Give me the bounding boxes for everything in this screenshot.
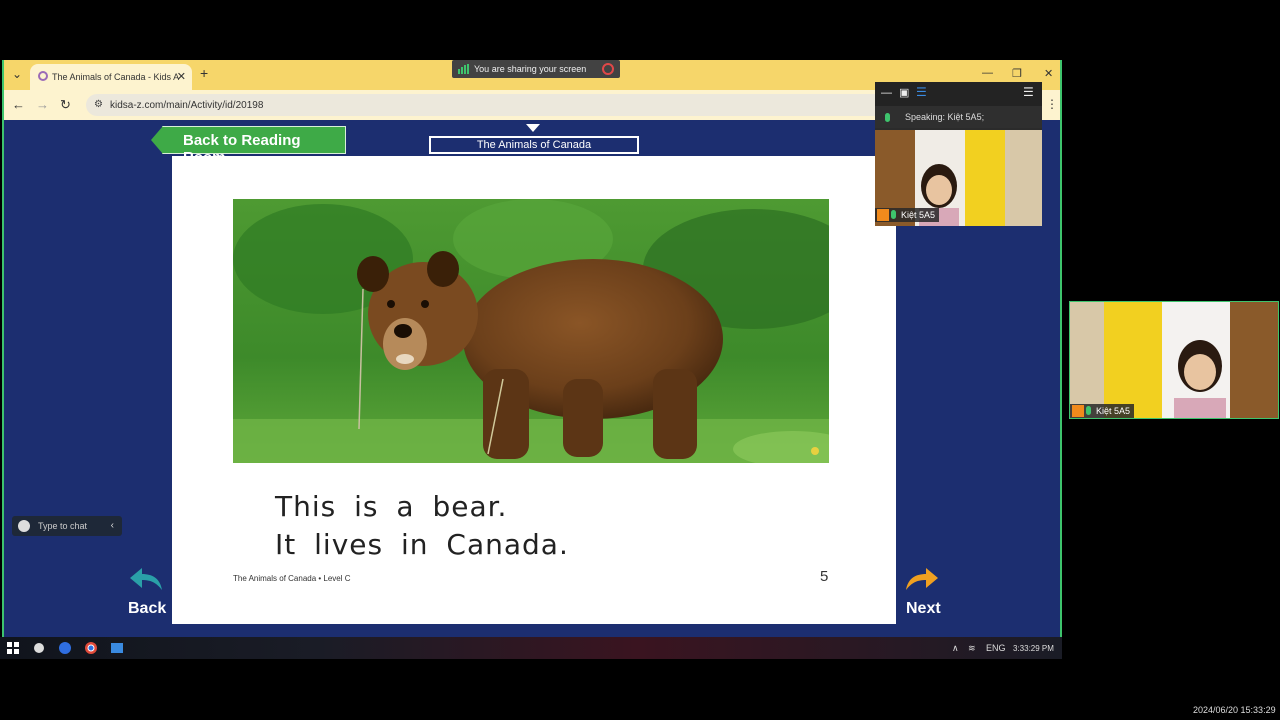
back-page-button[interactable]: Back: [124, 566, 168, 620]
participant-name-tag-large: Kiệt 5A5: [1070, 404, 1135, 418]
emoji-icon[interactable]: [18, 520, 30, 532]
close-tab-icon[interactable]: ✕: [177, 70, 186, 83]
participant-name-large: Kiệt 5A5: [1096, 406, 1131, 416]
participant-name-small: Kiệt 5A5: [901, 210, 936, 220]
next-arrow-icon: [906, 568, 938, 590]
window-panel-icon[interactable]: ▣: [899, 86, 909, 99]
title-dropdown-icon[interactable]: [526, 124, 540, 132]
participant-video-large[interactable]: Kiệt 5A5: [1069, 301, 1279, 419]
language-indicator[interactable]: ENG: [986, 643, 1006, 653]
next-label: Next: [906, 600, 941, 617]
meeting-video-panel: — ▣ ☰ ☰ Speaking: Kiệt 5A5; Kiệt 5A5: [875, 82, 1042, 226]
recording-timestamp: 2024/06/20 15:33:29: [1193, 705, 1276, 715]
chat-placeholder: Type to chat: [38, 521, 88, 531]
page-text-line-1: This is a bear.: [275, 490, 508, 523]
speaking-name: Kiệt 5A5;: [947, 112, 985, 122]
panel-menu-icon[interactable]: ☰: [1023, 85, 1034, 99]
host-icon: [1072, 405, 1084, 417]
reload-icon[interactable]: ↻: [60, 97, 71, 113]
meeting-toolbar: — ▣ ☰ ☰: [875, 82, 1042, 106]
forward-nav-icon[interactable]: →: [36, 97, 49, 112]
chat-app-icon[interactable]: [58, 641, 72, 655]
minimize-icon[interactable]: —: [982, 67, 993, 79]
back-to-reading-room-button[interactable]: Back to Reading Room: [151, 126, 346, 166]
participant-name-tag-small: Kiệt 5A5: [875, 208, 940, 222]
restore-icon[interactable]: ❐: [1012, 67, 1022, 80]
collapse-chat-icon[interactable]: ‹: [111, 520, 114, 531]
new-tab-icon[interactable]: +: [200, 65, 208, 81]
photos-app-icon[interactable]: [110, 641, 124, 655]
menu-icon[interactable]: ⋮: [1046, 97, 1058, 111]
speaking-label: Speaking:: [905, 112, 946, 122]
taskbar: ∧ ≋ ENG 3:33:29 PM: [0, 637, 1062, 659]
back-nav-icon[interactable]: ←: [12, 97, 25, 112]
clock[interactable]: 3:33:29 PM: [1013, 644, 1054, 653]
speaking-indicator: Speaking: Kiệt 5A5;: [875, 106, 1042, 128]
speaking-mic-icon: [885, 113, 890, 122]
wifi-icon[interactable]: ≋: [968, 643, 976, 654]
tray-chevron-icon[interactable]: ∧: [952, 643, 959, 654]
participant-video-small[interactable]: Kiệt 5A5: [875, 130, 1042, 226]
chrome-icon[interactable]: [84, 641, 98, 655]
browser-tab[interactable]: The Animals of Canada - Kids A ✕: [30, 64, 192, 90]
page-text-line-2: It lives in Canada.: [275, 528, 569, 561]
favicon-icon: [38, 71, 48, 81]
address-bar[interactable]: ⚙ kidsa-z.com/main/Activity/id/20198: [86, 94, 966, 116]
back-label: Back: [128, 600, 167, 617]
chat-input[interactable]: Type to chat ‹: [12, 516, 122, 536]
back-arrow-icon: [130, 568, 162, 590]
mic-icon: [1086, 406, 1091, 415]
windows-start-icon[interactable]: [6, 641, 20, 655]
mic-icon: [891, 210, 896, 219]
page-footer: The Animals of Canada • Level C: [233, 574, 351, 583]
site-info-icon[interactable]: ⚙: [94, 99, 103, 110]
screen-share-banner: You are sharing your screen: [452, 60, 620, 78]
tab-title: The Animals of Canada - Kids A: [52, 72, 180, 82]
book-page: This is a bear. It lives in Canada. The …: [172, 156, 896, 624]
next-page-button[interactable]: Next: [902, 566, 946, 620]
stop-share-icon[interactable]: [602, 63, 614, 75]
search-taskbar-icon[interactable]: [32, 641, 46, 655]
url-text: kidsa-z.com/main/Activity/id/20198: [110, 100, 264, 111]
signal-icon: [458, 64, 469, 74]
list-view-icon[interactable]: ☰: [916, 85, 927, 99]
tab-search-icon[interactable]: ⌄: [12, 67, 22, 81]
minimize-panel-icon[interactable]: —: [881, 87, 892, 99]
close-window-icon[interactable]: ✕: [1044, 67, 1053, 80]
host-icon: [877, 209, 889, 221]
bear-photo: [233, 199, 829, 463]
sharing-text: You are sharing your screen: [474, 64, 587, 74]
page-number: 5: [820, 568, 829, 585]
book-title: The Animals of Canada: [429, 136, 639, 154]
